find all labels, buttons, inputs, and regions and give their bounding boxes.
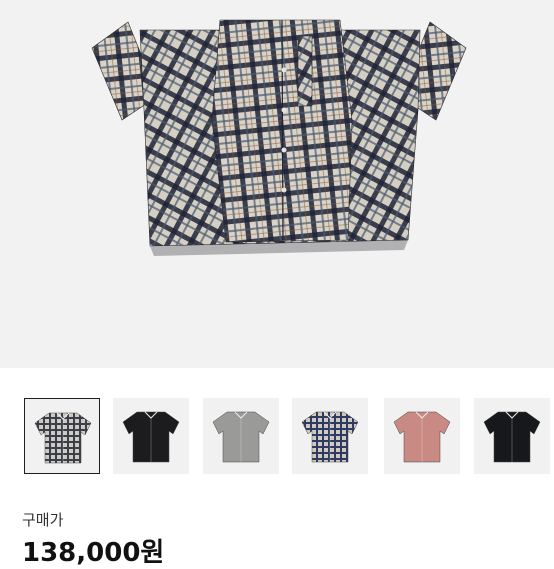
shirt-image <box>393 411 451 463</box>
thumbnail-grey-shirt[interactable] <box>203 398 279 474</box>
shirt-image <box>122 411 180 463</box>
thumbnail-strip <box>24 398 554 474</box>
thumbnail-black-shirt[interactable] <box>113 398 189 474</box>
shirt-image <box>483 411 541 463</box>
price-label: 구매가 <box>22 511 64 529</box>
thumbnail-pink-zip-shirt[interactable] <box>384 398 460 474</box>
thumbnail-black-zip-shirt[interactable] <box>474 398 550 474</box>
thumbnail-plaid-shirt[interactable] <box>24 398 100 474</box>
shirt-image <box>34 412 92 464</box>
shirt-image <box>301 411 359 463</box>
plaid-shirt-image <box>91 19 467 256</box>
product-main-image <box>0 0 554 368</box>
thumbnail-navy-plaid-shirt[interactable] <box>292 398 368 474</box>
shirt-image <box>212 411 270 463</box>
price-value: 138,000원 <box>22 538 165 568</box>
